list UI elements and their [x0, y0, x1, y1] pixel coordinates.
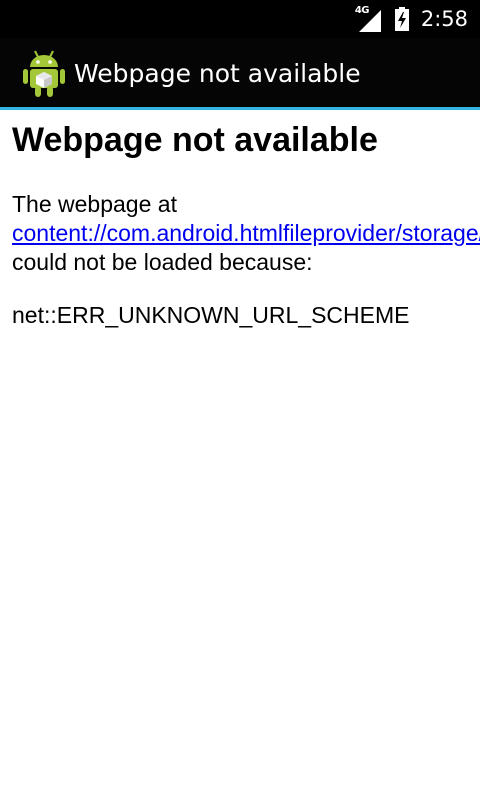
signal-indicator: 4G: [355, 6, 383, 32]
reason-text: could not be loaded because:: [12, 249, 313, 275]
cell-signal-icon: [358, 10, 381, 32]
page-title: Webpage not available: [12, 121, 378, 159]
battery-charging-icon: [394, 7, 409, 31]
intro-text: The webpage at: [12, 191, 177, 217]
android-robot-icon[interactable]: [22, 48, 66, 98]
action-bar: Webpage not available: [0, 38, 480, 108]
failed-url-link[interactable]: content://com.android.htmlfileprovider/s…: [12, 219, 480, 248]
clock: 2:58: [420, 7, 468, 31]
status-bar: 4G 2:58: [0, 0, 480, 38]
error-description: The webpage at content://com.android.htm…: [12, 190, 480, 277]
page-content: Webpage not available The webpage at con…: [12, 110, 480, 330]
action-bar-title: Webpage not available: [74, 58, 361, 88]
error-code: net::ERR_UNKNOWN_URL_SCHEME: [12, 302, 410, 328]
